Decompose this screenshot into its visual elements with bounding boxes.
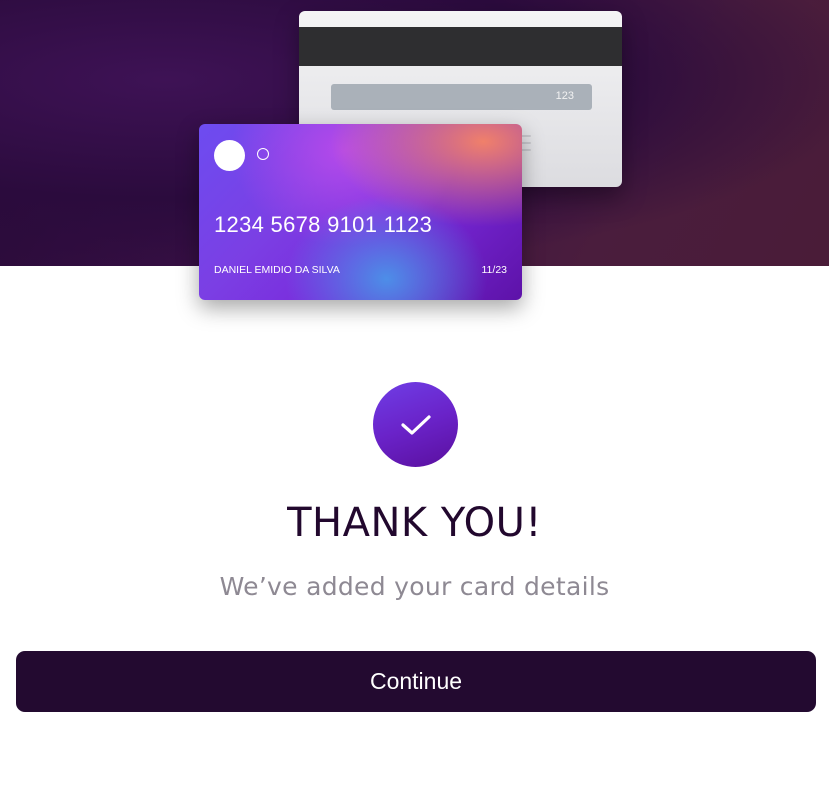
card-expiry: 11/23 [481, 264, 508, 276]
magnetic-stripe [299, 27, 622, 66]
card-holder-name: DANIEL EMIDIO DA SILVA [214, 264, 340, 276]
card-number: 1234 5678 9101 1123 [214, 212, 433, 237]
card-added-screen: 123 1234 5678 9101 1123 DANIEL EMIDIO DA… [0, 0, 829, 789]
success-title: THANK YOU! [287, 500, 542, 546]
continue-button[interactable]: Continue [16, 651, 816, 712]
success-message: We’ve added your card details [219, 572, 610, 601]
card-cvv: 123 [555, 90, 574, 102]
card-front-preview: 1234 5678 9101 1123 DANIEL EMIDIO DA SIL… [199, 124, 522, 300]
signature-strip: 123 [331, 84, 592, 110]
card-logo-circle-icon [214, 140, 245, 171]
success-checkmark-icon [373, 382, 458, 467]
checkmark-icon [400, 414, 431, 435]
card-logo-ring-icon [257, 148, 269, 160]
